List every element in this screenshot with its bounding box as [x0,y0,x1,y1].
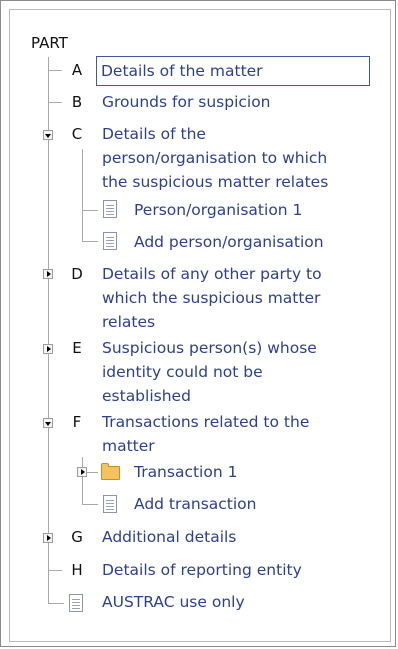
part-a-letter: A [71,61,83,79]
part-f-label-line: Transactions related to the [102,413,310,431]
tree-connector [82,149,83,241]
tree-connector [82,457,83,504]
part-e-label-line: established [102,387,191,405]
part-b-letter: B [71,93,83,111]
part-e-link[interactable]: Suspicious person(s) whose identity coul… [102,336,317,408]
part-f-link[interactable]: Transactions related to the matter [102,410,309,458]
part-h-link[interactable]: Details of reporting entity [102,558,302,582]
part-e-label-line: Suspicious person(s) whose [102,339,317,357]
part-f-expand-toggle[interactable] [43,418,53,428]
austrac-use-only-link[interactable]: AUSTRAC use only [102,590,245,614]
triangle-right-icon [47,535,51,541]
triangle-right-icon [47,346,51,352]
tree-connector [87,472,98,473]
tree-connector [48,70,62,71]
triangle-right-icon [81,469,85,475]
part-d-label-line: Details of any other party to [102,265,322,283]
part-c-label-line: person/organisation to which [102,149,328,167]
add-transaction-link[interactable]: Add transaction [134,492,257,516]
part-f-label-line: matter [102,437,155,455]
tree-connector [82,504,98,505]
part-e-label-line: identity could not be [102,363,263,381]
part-d-link[interactable]: Details of any other party to which the … [102,262,322,334]
part-d-label-line: which the suspicious matter [102,289,321,307]
part-d-letter: D [71,265,83,283]
document-icon [69,594,83,612]
triangle-right-icon [47,271,51,277]
tree-connector [82,210,98,211]
document-icon [103,495,117,513]
part-g-link[interactable]: Additional details [102,525,236,549]
document-icon [103,232,117,250]
part-d-label-line: relates [102,313,156,331]
person-organisation-1-link[interactable]: Person/organisation 1 [134,198,302,222]
tree-connector [48,603,64,604]
part-e-letter: E [72,339,82,357]
document-icon [103,200,117,218]
tree-connector [48,102,62,103]
part-e-expand-toggle[interactable] [43,344,53,354]
tree-connector [48,570,62,571]
tree-connector [82,241,98,242]
part-h-letter: H [71,561,83,579]
part-c-letter: C [71,125,83,143]
part-a-link[interactable]: Details of the matter [96,56,370,86]
tree-root-label: PART [31,34,68,52]
folder-icon [101,463,120,480]
part-c-label-line: the suspicious matter relates [102,173,329,191]
part-b-link[interactable]: Grounds for suspicion [102,90,271,114]
part-c-expand-toggle[interactable] [43,130,53,140]
part-g-letter: G [71,528,83,546]
part-f-letter: F [72,413,82,431]
transaction-1-expand-toggle[interactable] [77,467,87,477]
part-c-label-line: Details of the [102,125,206,143]
add-person-organisation-link[interactable]: Add person/organisation [134,230,324,254]
transaction-1-link[interactable]: Transaction 1 [134,460,237,484]
triangle-down-icon [45,422,51,426]
part-d-expand-toggle[interactable] [43,269,53,279]
part-g-expand-toggle[interactable] [43,533,53,543]
navigation-panel: PART A Details of the matter B Grounds f… [0,0,396,647]
triangle-down-icon [45,134,51,138]
part-c-link[interactable]: Details of the person/organisation to wh… [102,122,328,194]
